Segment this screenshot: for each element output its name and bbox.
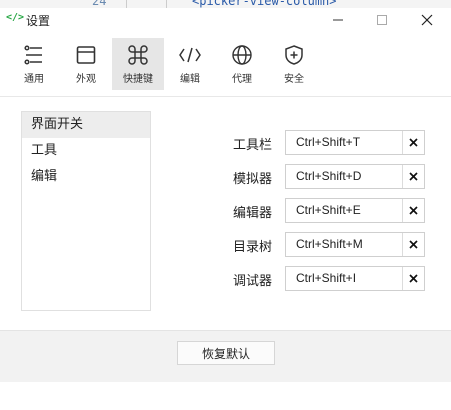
minimize-icon xyxy=(333,19,343,21)
clear-icon xyxy=(409,240,418,249)
close-button[interactable] xyxy=(405,8,449,32)
shortcut-value[interactable]: Ctrl+Shift+E xyxy=(286,199,402,222)
list-item-tools[interactable]: 工具 xyxy=(22,138,150,164)
tab-appearance-label: 外观 xyxy=(76,74,96,85)
shortcut-row: 调试器 Ctrl+Shift+I xyxy=(214,266,426,292)
clear-shortcut-button[interactable] xyxy=(402,165,424,188)
dialog-footer: 恢复默认 xyxy=(0,330,451,382)
shield-plus-icon xyxy=(283,44,305,66)
shortcut-row: 工具栏 Ctrl+Shift+T xyxy=(214,130,426,156)
clear-shortcut-button[interactable] xyxy=(402,233,424,256)
clear-icon xyxy=(409,206,418,215)
shortcut-row: 编辑器 Ctrl+Shift+E xyxy=(214,198,426,224)
shortcut-row: 模拟器 Ctrl+Shift+D xyxy=(214,164,426,190)
background-editor: 24 <picker-view-column> xyxy=(0,0,451,8)
shortcut-input[interactable]: Ctrl+Shift+T xyxy=(285,130,425,155)
tab-appearance[interactable]: 外观 xyxy=(60,38,112,90)
shortcut-value[interactable]: Ctrl+Shift+D xyxy=(286,165,402,188)
shortcut-list: 工具栏 Ctrl+Shift+T 模拟器 Ctrl+Shift+D 编辑器 Ct… xyxy=(214,130,426,300)
minimize-button[interactable] xyxy=(316,8,360,32)
tab-proxy-label: 代理 xyxy=(232,74,252,85)
settings-toolbar: 通用 外观 快捷键 编辑 代理 安全 xyxy=(8,38,320,90)
shortcut-input[interactable]: Ctrl+Shift+D xyxy=(285,164,425,189)
settings-window: </> 设置 通用 外观 快捷键 编辑 代理 安全 界面开关 工具 编辑 工具栏… xyxy=(0,8,451,410)
window-icon xyxy=(75,44,97,66)
editor-gutter-divider xyxy=(126,0,127,8)
editor-indent-guide xyxy=(166,0,167,8)
clear-icon xyxy=(409,172,418,181)
shortcut-value[interactable]: Ctrl+Shift+M xyxy=(286,233,402,256)
shortcut-label: 调试器 xyxy=(232,274,272,289)
tab-proxy[interactable]: 代理 xyxy=(216,38,268,90)
shortcut-input[interactable]: Ctrl+Shift+I xyxy=(285,266,425,291)
code-line: <picker-view-column> xyxy=(192,0,337,8)
tab-shortcuts-label: 快捷键 xyxy=(123,74,153,85)
shortcut-input[interactable]: Ctrl+Shift+M xyxy=(285,232,425,257)
window-title: 设置 xyxy=(26,14,51,28)
tab-security-label: 安全 xyxy=(284,74,304,85)
tab-editor[interactable]: 编辑 xyxy=(164,38,216,90)
shortcut-input[interactable]: Ctrl+Shift+E xyxy=(285,198,425,223)
toolbar-divider xyxy=(0,96,451,97)
tab-general[interactable]: 通用 xyxy=(8,38,60,90)
clear-shortcut-button[interactable] xyxy=(402,131,424,154)
tab-shortcuts[interactable]: 快捷键 xyxy=(112,38,164,90)
list-item-ui-toggles[interactable]: 界面开关 xyxy=(22,112,150,138)
maximize-icon xyxy=(377,15,387,25)
tab-editor-label: 编辑 xyxy=(180,74,200,85)
app-logo-icon: </> xyxy=(6,12,25,23)
clear-icon xyxy=(409,274,418,283)
shortcut-label: 模拟器 xyxy=(232,172,272,187)
shortcut-label: 目录树 xyxy=(232,240,272,255)
sliders-icon xyxy=(23,44,45,66)
clear-icon xyxy=(409,138,418,147)
shortcut-label: 编辑器 xyxy=(232,206,272,221)
shortcut-row: 目录树 Ctrl+Shift+M xyxy=(214,232,426,258)
command-key-icon xyxy=(127,44,149,66)
tab-security[interactable]: 安全 xyxy=(268,38,320,90)
restore-defaults-button[interactable]: 恢复默认 xyxy=(177,341,275,365)
tab-general-label: 通用 xyxy=(24,74,44,85)
shortcut-value[interactable]: Ctrl+Shift+T xyxy=(286,131,402,154)
shortcut-value[interactable]: Ctrl+Shift+I xyxy=(286,267,402,290)
category-list: 界面开关 工具 编辑 xyxy=(21,111,151,311)
globe-icon xyxy=(231,44,253,66)
close-icon xyxy=(421,14,433,26)
code-brackets-icon xyxy=(178,44,202,66)
clear-shortcut-button[interactable] xyxy=(402,267,424,290)
maximize-button[interactable] xyxy=(360,8,404,32)
list-item-edit[interactable]: 编辑 xyxy=(22,164,150,190)
shortcut-label: 工具栏 xyxy=(232,138,272,153)
title-bar[interactable]: </> 设置 xyxy=(0,8,451,32)
clear-shortcut-button[interactable] xyxy=(402,199,424,222)
line-number: 24 xyxy=(92,0,107,8)
